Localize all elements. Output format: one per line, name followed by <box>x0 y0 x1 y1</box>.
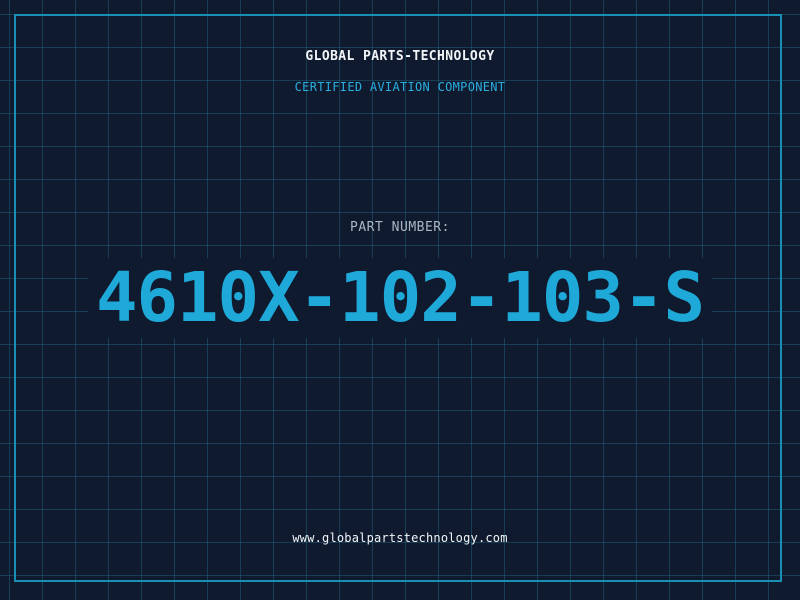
part-number-label: PART NUMBER: <box>350 220 450 235</box>
part-number-text: 4610X-102-103-S <box>87 258 713 338</box>
website-url: www.globalpartstechnology.com <box>292 531 508 545</box>
company-name: GLOBAL PARTS-TECHNOLOGY <box>305 49 495 64</box>
part-card: GLOBAL PARTS-TECHNOLOGY CERTIFIED AVIATI… <box>0 0 800 600</box>
part-number-value: 4610X-102-103-S <box>0 257 800 339</box>
certification-subtitle: CERTIFIED AVIATION COMPONENT <box>294 80 506 94</box>
